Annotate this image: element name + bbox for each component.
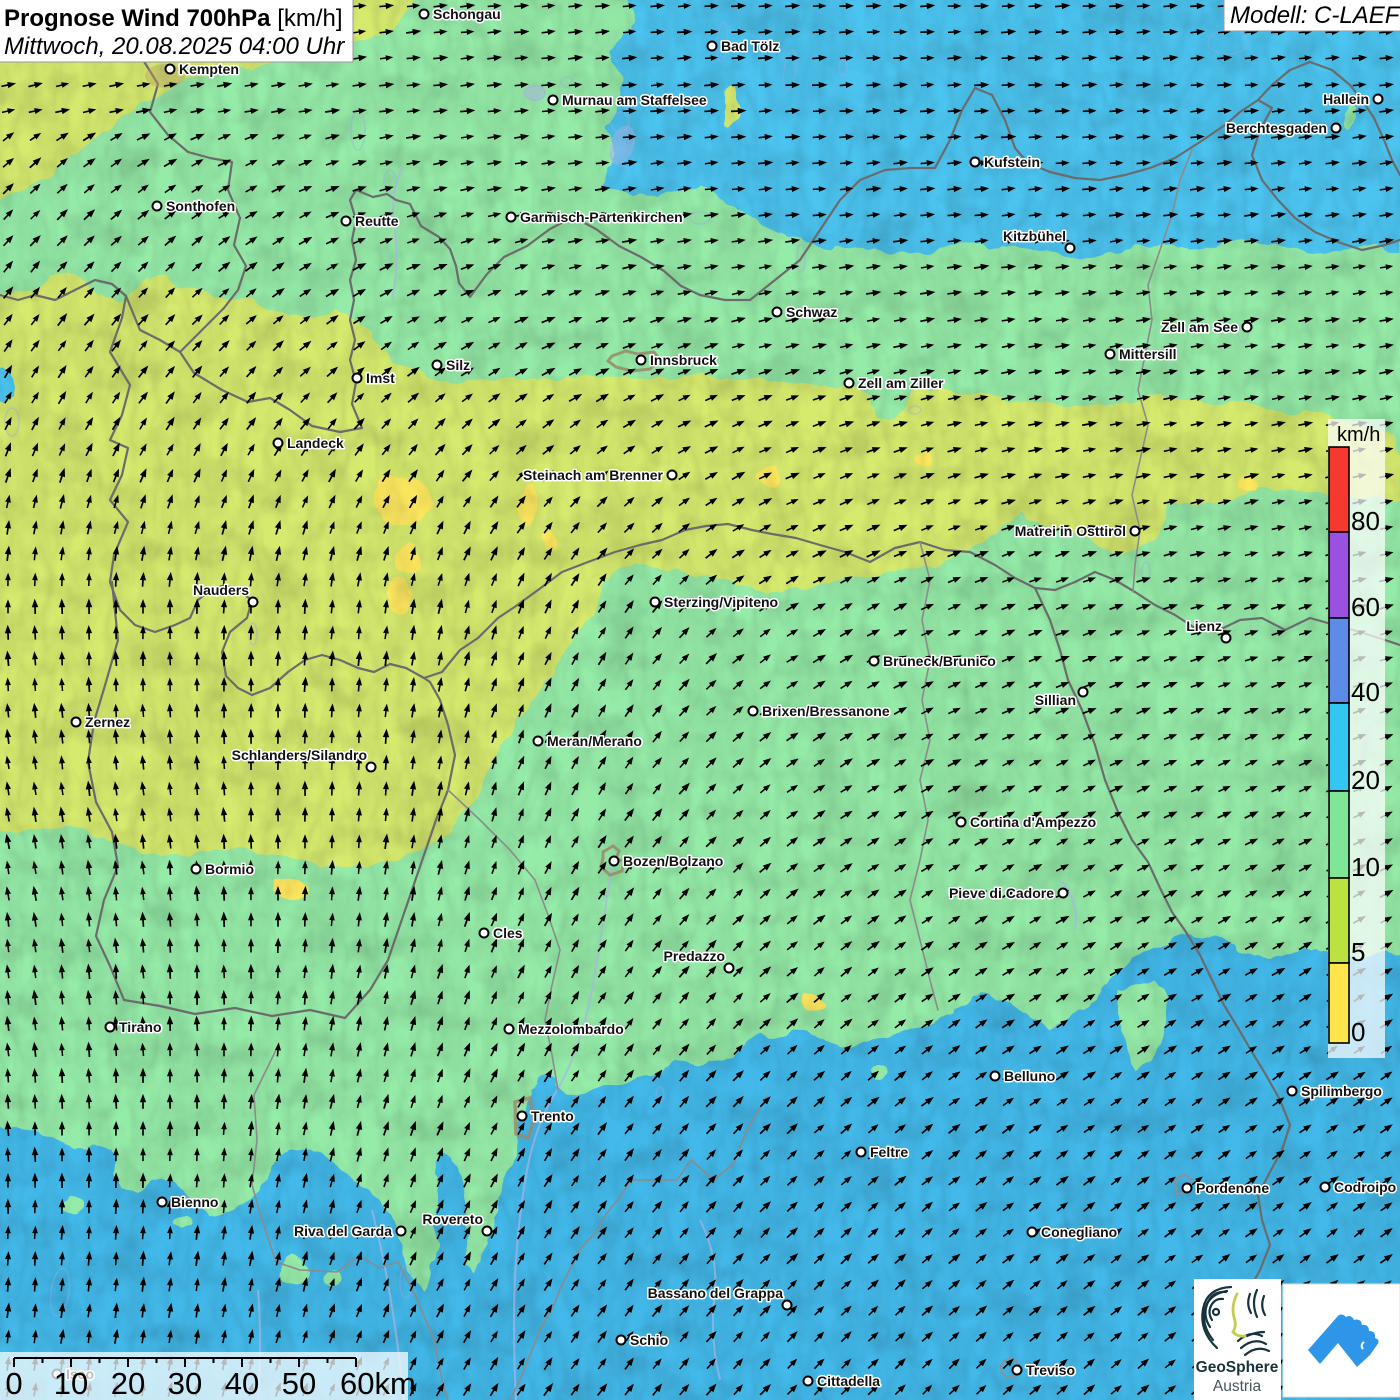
svg-text:Schlanders/Silandro: Schlanders/Silandro <box>232 747 367 763</box>
svg-text:Lienz: Lienz <box>1186 618 1222 634</box>
svg-text:Nauders: Nauders <box>193 582 249 598</box>
svg-text:60: 60 <box>1351 592 1380 622</box>
svg-text:Schongau: Schongau <box>433 6 501 22</box>
svg-text:Landeck: Landeck <box>287 435 344 451</box>
svg-text:Bassano del Grappa: Bassano del Grappa <box>648 1285 784 1301</box>
svg-text:50: 50 <box>282 1366 316 1400</box>
svg-text:Rovereto: Rovereto <box>422 1211 483 1227</box>
svg-text:Berchtesgaden: Berchtesgaden <box>1226 120 1327 136</box>
svg-text:Mittwoch, 20.08.2025 04:00 Uhr: Mittwoch, 20.08.2025 04:00 Uhr <box>4 33 345 60</box>
svg-text:Trento: Trento <box>531 1108 574 1124</box>
svg-text:GeoSphere: GeoSphere <box>1196 1359 1279 1376</box>
svg-text:5: 5 <box>1351 937 1365 967</box>
svg-text:20: 20 <box>1351 765 1380 795</box>
svg-text:Tirano: Tirano <box>119 1019 162 1035</box>
svg-text:Pieve di Cadore: Pieve di Cadore <box>949 885 1054 901</box>
svg-text:Schio: Schio <box>630 1332 668 1348</box>
svg-text:Schwaz: Schwaz <box>786 304 837 320</box>
svg-text:20: 20 <box>111 1366 145 1400</box>
svg-text:40: 40 <box>225 1366 259 1400</box>
svg-text:Bad Tölz: Bad Tölz <box>721 38 779 54</box>
svg-text:Pordenone: Pordenone <box>1196 1180 1269 1196</box>
svg-text:Prognose Wind 700hPa [km/h]: Prognose Wind 700hPa [km/h] <box>4 5 343 32</box>
svg-text:Kufstein: Kufstein <box>984 154 1040 170</box>
svg-text:Austria: Austria <box>1213 1378 1262 1395</box>
svg-text:Modell: C-LAEF: Modell: C-LAEF <box>1230 2 1400 29</box>
svg-text:Riva del Garda: Riva del Garda <box>294 1223 392 1239</box>
svg-text:Kempten: Kempten <box>179 61 239 77</box>
svg-text:80: 80 <box>1351 506 1380 536</box>
svg-text:10: 10 <box>1351 852 1380 882</box>
svg-text:Belluno: Belluno <box>1004 1068 1055 1084</box>
svg-text:Murnau am Staffelsee: Murnau am Staffelsee <box>562 92 707 108</box>
svg-text:10: 10 <box>54 1366 88 1400</box>
svg-text:Cittadella: Cittadella <box>817 1373 880 1389</box>
svg-text:Garmisch-Partenkirchen: Garmisch-Partenkirchen <box>520 209 683 225</box>
svg-text:Cortina d'Ampezzo: Cortina d'Ampezzo <box>970 814 1096 830</box>
svg-text:Zernez: Zernez <box>85 714 130 730</box>
svg-text:30: 30 <box>168 1366 202 1400</box>
svg-text:Feltre: Feltre <box>870 1144 908 1160</box>
svg-text:Hallein: Hallein <box>1323 91 1369 107</box>
svg-text:Spilimbergo: Spilimbergo <box>1301 1083 1382 1099</box>
svg-text:Bozen/Bolzano: Bozen/Bolzano <box>623 853 723 869</box>
svg-text:Sillian: Sillian <box>1035 692 1076 708</box>
svg-text:Brixen/Bressanone: Brixen/Bressanone <box>762 703 890 719</box>
svg-text:Zell am Ziller: Zell am Ziller <box>858 375 944 391</box>
svg-text:Innsbruck: Innsbruck <box>650 352 717 368</box>
svg-text:Bienno: Bienno <box>171 1194 218 1210</box>
svg-text:Predazzo: Predazzo <box>664 948 725 964</box>
svg-text:Codroipo: Codroipo <box>1334 1179 1396 1195</box>
svg-text:Treviso: Treviso <box>1026 1362 1075 1378</box>
svg-text:Reutte: Reutte <box>355 213 399 229</box>
svg-text:Sterzing/Vipiteno: Sterzing/Vipiteno <box>664 594 778 610</box>
svg-text:Kitzbühel: Kitzbühel <box>1003 228 1066 244</box>
svg-text:Conegliano: Conegliano <box>1041 1224 1117 1240</box>
svg-text:Zell am See: Zell am See <box>1161 319 1238 335</box>
svg-text:Mezzolombardo: Mezzolombardo <box>518 1021 624 1037</box>
svg-text:Sonthofen: Sonthofen <box>166 198 235 214</box>
svg-text:60km: 60km <box>340 1366 416 1400</box>
svg-text:km/h: km/h <box>1337 424 1380 446</box>
svg-text:Mittersill: Mittersill <box>1119 346 1177 362</box>
svg-text:0: 0 <box>5 1366 22 1400</box>
svg-text:Meran/Merano: Meran/Merano <box>547 733 642 749</box>
svg-text:Bruneck/Brunico: Bruneck/Brunico <box>883 653 996 669</box>
svg-text:40: 40 <box>1351 677 1380 707</box>
svg-text:Steinach am Brenner: Steinach am Brenner <box>523 467 664 483</box>
svg-text:Imst: Imst <box>366 370 395 386</box>
svg-text:Cles: Cles <box>493 925 523 941</box>
svg-text:Bormio: Bormio <box>205 861 254 877</box>
svg-text:Silz: Silz <box>446 357 470 373</box>
svg-text:0: 0 <box>1351 1017 1365 1047</box>
svg-text:Matrei in Osttirol: Matrei in Osttirol <box>1015 523 1126 539</box>
